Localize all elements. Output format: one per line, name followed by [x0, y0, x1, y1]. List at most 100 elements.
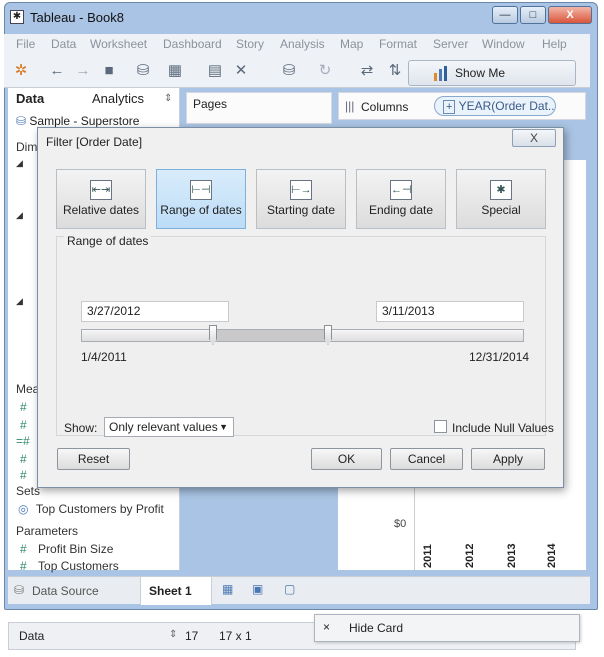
minimize-button[interactable]: —	[492, 6, 518, 24]
swap-icon[interactable]: ⇄	[358, 62, 376, 80]
reset-button[interactable]: Reset	[57, 448, 130, 470]
new-worksheet-icon[interactable]: ▦	[166, 62, 184, 80]
show-me-label: Show Me	[455, 66, 506, 80]
tab-analytics[interactable]: Analytics	[92, 88, 144, 110]
special-label: Special	[481, 203, 521, 217]
sheet-tab-label: Sheet 1	[149, 584, 192, 598]
x-tick-label: 2014	[546, 543, 558, 568]
include-null-checkbox[interactable]	[434, 420, 447, 433]
refresh-icon[interactable]: ↻	[316, 62, 334, 80]
sheet-tabs-bar: ⛁ Data Source Sheet 1 ▦ ▣ ▢	[8, 576, 590, 605]
menu-analysis[interactable]: Analysis	[280, 37, 325, 51]
menu-bar: File Data Worksheet Dashboard Story Anal…	[4, 34, 590, 54]
dialog-close-button[interactable]: X	[512, 129, 556, 147]
parameters-header: Parameters	[16, 524, 79, 538]
measure-number-icon: #	[20, 418, 27, 432]
dimensions-header: Dim	[16, 140, 38, 154]
database-icon: ⛁	[16, 114, 27, 128]
new-datasource-icon[interactable]: ⛁	[134, 62, 152, 80]
date-slider-selection[interactable]	[213, 329, 328, 342]
y-tick-label: $0	[394, 518, 407, 530]
range-of-dates-icon: ⊢⊣	[190, 180, 212, 200]
pages-label: Pages	[193, 97, 228, 111]
sort-icon[interactable]: ⇅	[386, 62, 404, 80]
hide-card-menu: × Hide Card	[314, 614, 580, 642]
tableau-logo-icon[interactable]: ✲	[12, 62, 30, 80]
show-values-select[interactable]: Only relevant values ▼	[104, 417, 234, 437]
range-group-label: Range of dates	[64, 234, 152, 248]
y-axis-line	[414, 480, 415, 570]
menu-format[interactable]: Format	[379, 37, 417, 51]
relative-dates-icon: ⇤⇥	[90, 180, 112, 200]
columns-icon: |||	[345, 99, 355, 113]
filter-dialog: Filter [Order Date] X ⇤⇥ Relative dates …	[37, 127, 564, 488]
ok-button[interactable]: OK	[311, 448, 382, 470]
hide-card-close-icon[interactable]: ×	[323, 620, 330, 634]
tab-data[interactable]: Data	[16, 88, 44, 110]
set-icon: ◎	[18, 502, 29, 516]
menu-help[interactable]: Help	[542, 37, 567, 51]
pages-shelf[interactable]: Pages	[186, 92, 332, 124]
app-icon: ✱	[10, 10, 24, 24]
plus-icon: +	[443, 100, 456, 114]
menu-data[interactable]: Data	[51, 37, 76, 51]
ending-date-option[interactable]: ←⊣ Ending date	[356, 169, 446, 229]
datasource-item[interactable]: ⛁ Sample - Superstore	[16, 114, 139, 128]
starting-date-icon: ⊢→	[290, 180, 312, 200]
status-dropdown-icon[interactable]: ⇕	[169, 629, 177, 640]
clear-sheet-icon[interactable]: ✕	[232, 62, 250, 80]
ending-date-label: Ending date	[368, 203, 434, 217]
parameter-label: Profit Bin Size	[38, 542, 114, 556]
apply-button[interactable]: Apply	[471, 448, 545, 470]
menu-server[interactable]: Server	[433, 37, 468, 51]
start-date-input[interactable]: 3/27/2012	[81, 301, 229, 322]
max-date-label: 12/31/2014	[469, 350, 530, 364]
parameter-item[interactable]: # Top Customers	[20, 559, 119, 573]
pause-updates-icon[interactable]: ⛁	[280, 62, 298, 80]
close-button[interactable]: X	[548, 6, 592, 24]
parameter-number-icon: #	[20, 542, 27, 556]
starting-date-option[interactable]: ⊢→ Starting date	[256, 169, 346, 229]
range-of-dates-label: Range of dates	[160, 203, 242, 217]
show-me-button[interactable]: Show Me	[408, 60, 576, 86]
bar-chart-icon	[433, 65, 449, 81]
range-of-dates-option[interactable]: ⊢⊣ Range of dates	[156, 169, 246, 229]
ending-date-icon: ←⊣	[390, 180, 412, 200]
pane-menu-icon[interactable]: ⇕	[164, 93, 172, 104]
columns-label: Columns	[361, 100, 409, 114]
relative-dates-option[interactable]: ⇤⇥ Relative dates	[56, 169, 146, 229]
datasource-label: Sample - Superstore	[29, 114, 140, 128]
measure-number-icon: =#	[16, 434, 30, 448]
menu-worksheet[interactable]: Worksheet	[90, 37, 147, 51]
duplicate-sheet-icon[interactable]: ▤	[206, 62, 224, 80]
menu-dashboard[interactable]: Dashboard	[163, 37, 222, 51]
parameter-label: Top Customers	[38, 559, 119, 573]
expand-icon[interactable]: ◢	[16, 158, 23, 169]
year-order-date-pill[interactable]: + YEAR(Order Dat..	[434, 96, 556, 116]
expand-icon[interactable]: ◢	[16, 210, 23, 221]
cancel-button[interactable]: Cancel	[390, 448, 463, 470]
hide-card-item[interactable]: Hide Card	[349, 621, 403, 635]
data-source-tab[interactable]: Data Source	[32, 584, 99, 598]
sheet-tab[interactable]: Sheet 1	[140, 577, 212, 605]
menu-window[interactable]: Window	[482, 37, 525, 51]
end-date-input[interactable]: 3/11/2013	[376, 301, 524, 322]
save-icon[interactable]: ■	[100, 62, 118, 80]
datasource-tab-icon: ⛁	[14, 583, 25, 597]
new-worksheet-icon[interactable]: ▦	[222, 582, 233, 596]
window-title: Tableau - Book8	[30, 10, 124, 25]
forward-icon[interactable]: →	[74, 62, 92, 80]
expand-icon[interactable]: ◢	[16, 296, 23, 307]
menu-story[interactable]: Story	[236, 37, 264, 51]
back-icon[interactable]: ←	[48, 62, 66, 80]
menu-file[interactable]: File	[16, 37, 35, 51]
new-dashboard-icon[interactable]: ▣	[252, 582, 263, 596]
new-story-icon[interactable]: ▢	[284, 582, 295, 596]
menu-map[interactable]: Map	[340, 37, 363, 51]
special-option[interactable]: ✱ Special	[456, 169, 546, 229]
x-tick-label: 2012	[464, 543, 476, 568]
maximize-button[interactable]: □	[520, 6, 546, 24]
set-item[interactable]: ◎ Top Customers by Profit	[18, 502, 164, 516]
measure-number-icon: #	[20, 400, 27, 414]
parameter-item[interactable]: # Profit Bin Size	[20, 542, 113, 556]
